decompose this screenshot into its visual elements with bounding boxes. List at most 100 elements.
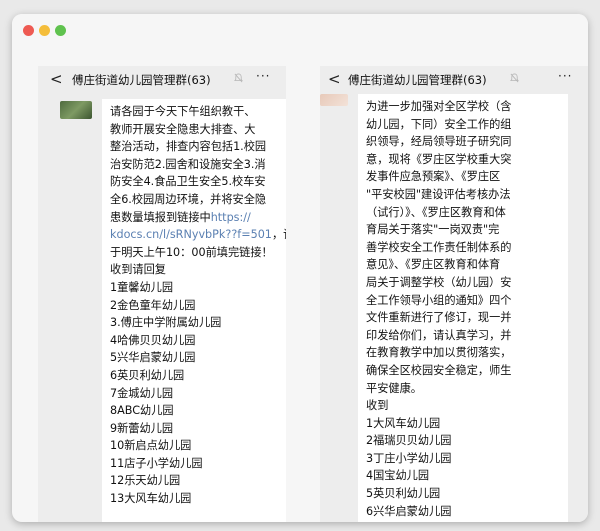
message-text: 于明天上午10：00前填完链接！ [110, 245, 273, 259]
message-line: 局关于调整学校（幼儿园）安 [366, 274, 562, 292]
message-line: 防安全4.食品卫生安全5.校车安 [110, 173, 282, 191]
message-text: 5兴华启蒙幼儿园 [110, 351, 196, 365]
message-text: 7金城幼儿园 [110, 386, 174, 400]
message-line: 4哈佛贝贝幼儿园 [110, 332, 282, 350]
message-line: 全6.校园周边环境，并将安全隐 [110, 191, 282, 209]
chat-title: 傅庄街道幼儿园管理群(63) [72, 73, 211, 87]
message-line: 请各园于今天下午组织教干、 [110, 103, 282, 121]
message-text: 1大风车幼儿园 [366, 416, 441, 430]
message-text: 织领导，经局领导班子研究同 [366, 135, 512, 149]
message-line: （试行）》、《罗庄区教育和体 [366, 204, 562, 222]
message-line: 7金城幼儿园 [110, 385, 282, 403]
chat-header: < 傅庄街道幼儿园管理群(63) ··· [38, 66, 286, 94]
close-window-button[interactable] [23, 25, 34, 36]
mute-bell-icon [234, 73, 243, 83]
message-text: 6兴华启蒙幼儿园 [366, 504, 452, 518]
message-text: 在教育教学中加以贯彻落实， [366, 346, 512, 360]
message-line: 2福瑞贝贝幼儿园 [366, 432, 562, 450]
minimize-window-button[interactable] [39, 25, 50, 36]
message-line: 5兴华启蒙幼儿园 [110, 349, 282, 367]
sender-avatar[interactable] [320, 94, 348, 106]
message-line: 印发给你们，请认真学习，并 [366, 327, 562, 345]
window-titlebar [12, 14, 588, 46]
message-text: 平安健康。 [366, 381, 422, 395]
message-line: 意见》、《罗庄区教育和体育 [366, 256, 562, 274]
message-line: 幼儿园，下同）安全工作的组 [366, 116, 562, 134]
message-text: 善学校安全工作责任制体系的 [366, 240, 512, 254]
message-text: 8ABC幼儿园 [110, 404, 174, 418]
message-text: 发事件应急预案》、《罗庄区 [366, 170, 501, 184]
message-line: 为进一步加强对全区学校（含 [366, 98, 562, 116]
message-text: 治安防范2.园舍和设施安全3.消 [110, 157, 266, 171]
message-line: 在教育教学中加以贯彻落实， [366, 344, 562, 362]
message-text: 收到请回复 [110, 263, 166, 277]
message-line: 10新启点幼儿园 [110, 437, 282, 455]
message-line: 1大风车幼儿园 [366, 415, 562, 433]
message-text: 9新蕾幼儿园 [110, 421, 174, 435]
message-bubble: 请各园于今天下午组织教干、 教师开展安全隐患大排查、大 整治活动，排查内容包括1.校… [102, 99, 286, 522]
message-text: 3丁庄小学幼儿园 [366, 451, 452, 465]
chat-header: < 傅庄街道幼儿园管理群(63) ··· [320, 66, 588, 94]
message-line: 育局关于落实"一岗双责"完 [366, 221, 562, 239]
app-window: < 傅庄街道幼儿园管理群(63) ··· 请各园于今天下午组织教干、 教师开展安全… [12, 14, 588, 522]
message-text: 意，现将《罗庄区学校重大突 [366, 152, 512, 166]
message-text: 防安全4.食品卫生安全5.校车安 [110, 175, 266, 189]
message-line: 平安健康。 [366, 380, 562, 398]
message-text: 13大风车幼儿园 [110, 492, 192, 506]
message-text: 12乐天幼儿园 [110, 474, 181, 488]
message-text: 确保全区校园安全稳定，师生 [366, 363, 512, 377]
message-line: 收到请回复 [110, 261, 282, 279]
message-line: 6英贝利幼儿园 [110, 367, 282, 385]
message-text: 育局关于落实"一岗双责"完 [366, 223, 500, 237]
more-options-icon[interactable]: ··· [558, 69, 572, 83]
message-link[interactable]: https:// [211, 211, 251, 224]
message-line: 收到 [366, 397, 562, 415]
message-text: 教师开展安全隐患大排查、大 [110, 122, 256, 136]
message-line: 文件重新进行了修订，现一并 [366, 309, 562, 327]
message-link[interactable]: kdocs.cn/l/sRNyvbPk??f=501 [110, 228, 272, 241]
message-line: 治安防范2.园舍和设施安全3.消 [110, 156, 282, 174]
message-line: 8ABC幼儿园 [110, 402, 282, 420]
message-text: 4哈佛贝贝幼儿园 [110, 333, 196, 347]
message-line: 整治活动，排查内容包括1.校园 [110, 138, 282, 156]
message-text: 整治活动，排查内容包括1.校园 [110, 140, 267, 154]
message-text: 全工作领导小组的通知》四个 [366, 293, 512, 307]
message-line: 全工作领导小组的通知》四个 [366, 292, 562, 310]
message-line: 4国宝幼儿园 [366, 467, 562, 485]
message-line: 2金色童年幼儿园 [110, 297, 282, 315]
message-text: 1童馨幼儿园 [110, 280, 174, 294]
message-text: 为进一步加强对全区学校（含 [366, 100, 512, 113]
back-icon[interactable]: < [328, 70, 341, 88]
sender-avatar[interactable] [60, 101, 92, 119]
message-text: 6英贝利幼儿园 [110, 368, 185, 382]
message-line: 13大风车幼儿园 [110, 490, 282, 508]
message-text: 文件重新进行了修订，现一并 [366, 311, 512, 325]
message-text: 患数量填报到链接中 [110, 210, 211, 224]
maximize-window-button[interactable] [55, 25, 66, 36]
message-line: 意，现将《罗庄区学校重大突 [366, 151, 562, 169]
mute-bell-icon [510, 73, 519, 83]
message-line: 确保全区校园安全稳定，师生 [366, 362, 562, 380]
message-text: 2福瑞贝贝幼儿园 [366, 434, 452, 448]
message-bubble: 为进一步加强对全区学校（含 幼儿园，下同）安全工作的组 织领导，经局领导班子研究同意… [358, 94, 568, 522]
message-line: kdocs.cn/l/sRNyvbPk??f=501，请 [110, 226, 286, 244]
chat-panel-left: < 傅庄街道幼儿园管理群(63) ··· 请各园于今天下午组织教干、 教师开展安全… [38, 66, 286, 522]
message-line: 患数量填报到链接中https:// [110, 209, 282, 227]
message-text: ，请 [271, 228, 286, 242]
chat-panel-right: < 傅庄街道幼儿园管理群(63) ··· 为进一步加强对全区学校（含幼儿园，下同… [320, 66, 588, 522]
message-line: 发事件应急预案》、《罗庄区 [366, 168, 562, 186]
message-line: 1童馨幼儿园 [110, 279, 282, 297]
message-line: 教师开展安全隐患大排查、大 [110, 121, 282, 139]
message-text: 请各园于今天下午组织教干、 [110, 105, 256, 118]
message-line: 3丁庄小学幼儿园 [366, 450, 562, 468]
message-text: 5英贝利幼儿园 [366, 487, 441, 501]
chat-title: 傅庄街道幼儿园管理群(63) [348, 73, 487, 87]
more-options-icon[interactable]: ··· [256, 69, 270, 83]
message-line: 12乐天幼儿园 [110, 472, 282, 490]
message-line: 于明天上午10：00前填完链接！ [110, 244, 282, 262]
message-line: 善学校安全工作责任制体系的 [366, 239, 562, 257]
back-icon[interactable]: < [50, 70, 63, 88]
message-line: 6兴华启蒙幼儿园 [366, 503, 562, 521]
message-text: 2金色童年幼儿园 [110, 298, 196, 312]
message-text: 印发给你们，请认真学习，并 [366, 328, 512, 342]
